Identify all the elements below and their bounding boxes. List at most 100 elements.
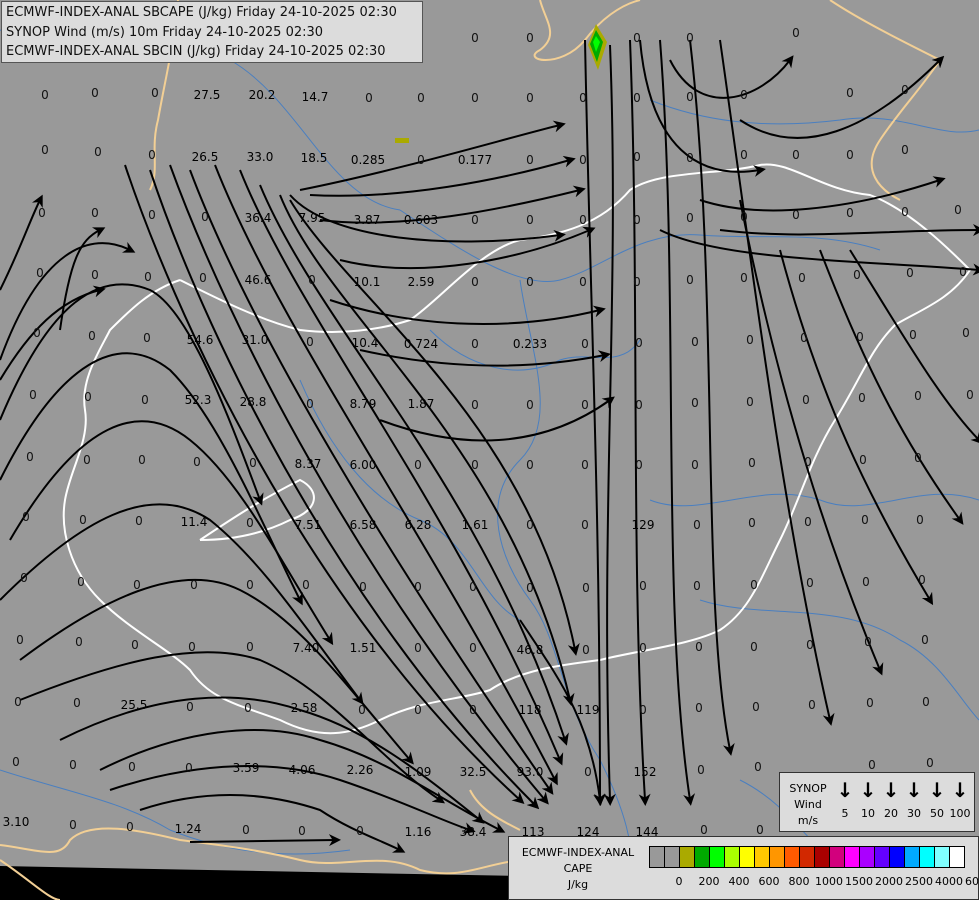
- cape-value-label: 0: [471, 337, 479, 351]
- cape-value-label: 0: [582, 581, 590, 595]
- cape-value-label: 0: [414, 703, 422, 717]
- cape-value-label: 0: [695, 701, 703, 715]
- cape-value-label: 0: [246, 578, 254, 592]
- cape-color-swatch: [890, 847, 905, 867]
- cape-value-label: 0: [901, 205, 909, 219]
- synop-speed-label: 10: [861, 807, 875, 820]
- cape-value-label: 7.51: [294, 518, 322, 532]
- cape-value-label: 0: [91, 86, 99, 100]
- cape-value-label: 0: [26, 450, 34, 464]
- weather-map[interactable]: [0, 0, 979, 900]
- cape-value-label: 0: [691, 458, 699, 472]
- cape-value-label: 0: [199, 271, 207, 285]
- cape-value-label: 0: [633, 213, 641, 227]
- cape-value-label: 0: [633, 150, 641, 164]
- cape-value-label: 38.4: [459, 825, 487, 839]
- cape-value-label: 0: [138, 453, 146, 467]
- streamline: [719, 224, 979, 237]
- cape-value-label: 0: [526, 91, 534, 105]
- cape-value-label: 0: [635, 398, 643, 412]
- cape-value-label: 129: [631, 518, 655, 532]
- synop-speed-label: 5: [841, 807, 849, 820]
- cape-value-label: 0: [77, 575, 85, 589]
- cape-value-label: 0: [298, 824, 306, 838]
- cape-value-label: 0: [69, 818, 77, 832]
- cape-value-label: 0: [242, 823, 250, 837]
- cape-value-label: 0: [582, 643, 590, 657]
- cape-value-label: 0: [91, 268, 99, 282]
- cape-value-label: 0: [962, 326, 970, 340]
- cape-value-label: 6.58: [349, 518, 377, 532]
- cape-value-label: 0: [306, 397, 314, 411]
- cape-value-label: 0: [417, 153, 425, 167]
- cape-value-label: 1.24: [174, 822, 202, 836]
- cape-color-swatch: [650, 847, 665, 867]
- cape-value-label: 0: [581, 337, 589, 351]
- cape-value-label: 0: [414, 641, 422, 655]
- cape-value-label: 46.8: [516, 643, 544, 657]
- synop-speed-label: 30: [907, 807, 921, 820]
- streamline: [9, 420, 334, 646]
- streamline: [19, 651, 445, 804]
- cape-value-label: 0: [141, 393, 149, 407]
- cape-value-label: 0: [639, 579, 647, 593]
- cape-value-label: 0: [750, 578, 758, 592]
- cape-value-label: 0: [748, 456, 756, 470]
- cape-value-label: 2.26: [346, 763, 374, 777]
- cape-value-label: 1.09: [404, 765, 432, 779]
- cape-value-label: 0: [740, 88, 748, 102]
- cape-value-label: 0: [581, 458, 589, 472]
- cape-value-label: 0: [69, 758, 77, 772]
- cape-value-label: 0: [901, 83, 909, 97]
- cape-value-label: 0: [691, 335, 699, 349]
- cape-value-label: 0: [740, 210, 748, 224]
- cape-value-label: 0: [14, 695, 22, 709]
- cape-value-label: 0: [29, 388, 37, 402]
- cape-value-label: 0: [356, 824, 364, 838]
- cape-value-label: 0: [133, 578, 141, 592]
- cape-value-label: 0: [308, 273, 316, 287]
- cape-value-label: 0: [697, 763, 705, 777]
- cape-value-label: 0: [959, 265, 967, 279]
- down-arrow-icon: ↓: [859, 778, 877, 802]
- cape-value-label: 2.58: [290, 701, 318, 715]
- cape-value-label: 0: [858, 391, 866, 405]
- cape-legend-line: J/kg: [567, 878, 589, 891]
- cape-value-label: 0: [190, 578, 198, 592]
- cape-value-label: 6.00: [349, 458, 377, 472]
- cape-color-swatch: [695, 847, 710, 867]
- cape-value-label: 0: [126, 820, 134, 834]
- cape-value-label: 0: [143, 331, 151, 345]
- cape-value-label: 0: [148, 148, 156, 162]
- cape-value-label: 0: [846, 206, 854, 220]
- cape-value-label: 0: [33, 326, 41, 340]
- cape-value-label: 0: [756, 823, 764, 837]
- cape-value-label: 0: [579, 275, 587, 289]
- down-arrow-icon: ↓: [882, 778, 900, 802]
- cape-value-label: 0: [686, 31, 694, 45]
- cape-value-label: 0: [862, 575, 870, 589]
- cape-contour-200: [395, 24, 607, 143]
- cape-value-label: 0: [914, 389, 922, 403]
- cape-value-label: 0: [359, 580, 367, 594]
- cape-value-label: 0: [584, 765, 592, 779]
- cape-value-label: 0: [579, 213, 587, 227]
- cape-value-label: 0: [859, 453, 867, 467]
- title-sbcape: ECMWF-INDEX-ANAL SBCAPE (J/kg) Friday 24…: [6, 5, 397, 20]
- cape-value-label: 0: [693, 579, 701, 593]
- cape-color-swatch: [920, 847, 935, 867]
- synop-speed-100: ↓ 100: [949, 779, 971, 820]
- cape-value-label: 0: [966, 388, 974, 402]
- cape-tick-label: 1000: [815, 875, 843, 888]
- streamline: [819, 249, 964, 525]
- cape-color-swatch: [755, 847, 770, 867]
- cape-value-label: 0: [12, 755, 20, 769]
- synop-legend-line: Wind: [794, 798, 822, 811]
- cape-value-label: 0: [918, 573, 926, 587]
- synop-wind-legend: SYNOP Wind m/s ↓ 5 ↓ 10 ↓ 20 ↓ 30 ↓ 50 ↓ 100: [779, 772, 975, 832]
- cape-value-label: 0: [75, 635, 83, 649]
- cape-color-swatch: [815, 847, 830, 867]
- cape-value-label: 0: [868, 758, 876, 772]
- synop-speed-label: 50: [930, 807, 944, 820]
- cape-value-label: 26.5: [191, 150, 219, 164]
